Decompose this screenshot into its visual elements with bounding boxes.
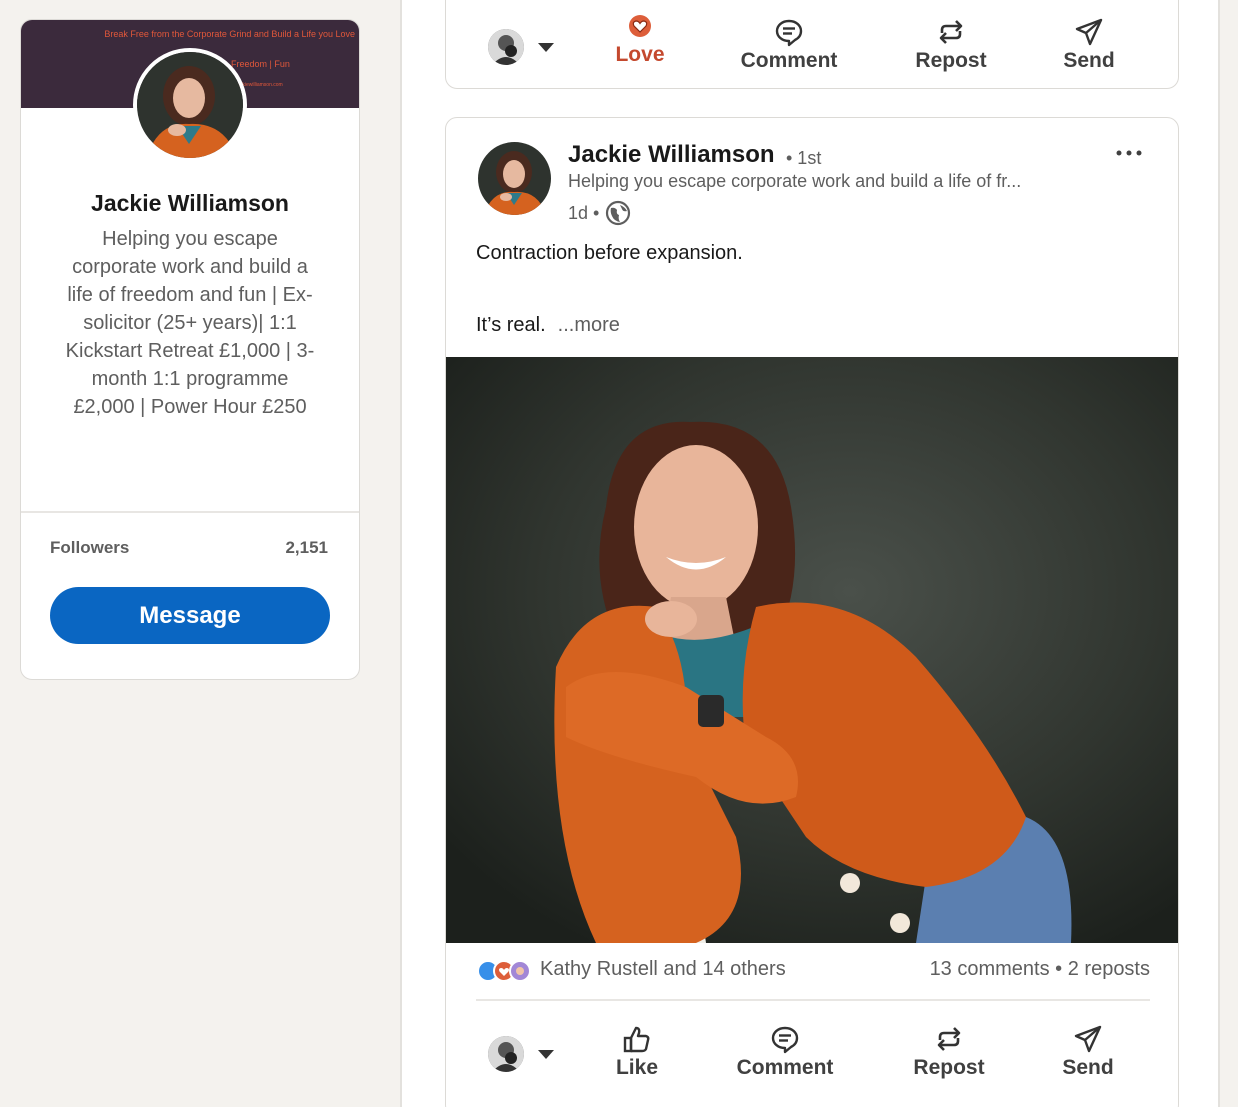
post-action-bar: Like Comment Repost Send: [446, 1014, 1178, 1094]
see-more-link[interactable]: ...more: [558, 314, 620, 336]
divider: [476, 999, 1150, 1001]
post-timestamp: 1d •: [568, 200, 631, 226]
comment-label: Comment: [736, 1056, 834, 1079]
followers-count: 2,151: [285, 538, 328, 557]
feed-column: Love Comment Repost Send Jackie Williams…: [400, 0, 1220, 1107]
love-icon: [629, 15, 651, 37]
caret-down-icon: [538, 1049, 554, 1059]
more-icon[interactable]: [1114, 146, 1144, 160]
like-button[interactable]: Like: [582, 1024, 692, 1080]
post-card: Jackie Williamson • 1st Helping you esca…: [445, 117, 1179, 1107]
banner-tagline: Break Free from the Corporate Grind and …: [104, 29, 355, 39]
author-avatar[interactable]: [478, 142, 551, 215]
post-text-line2: It’s real.: [476, 314, 546, 336]
comment-icon: [771, 1026, 799, 1054]
actor-picker[interactable]: [488, 1036, 554, 1072]
profile-card: Break Free from the Corporate Grind and …: [20, 19, 360, 680]
send-button[interactable]: Send: [1033, 1024, 1143, 1080]
love-button[interactable]: Love: [585, 11, 695, 67]
like-label: Like: [615, 1056, 659, 1079]
globe-icon: [606, 200, 631, 226]
send-icon: [1075, 18, 1103, 46]
profile-name[interactable]: Jackie Williamson: [21, 190, 359, 217]
post-time-text: 1d •: [568, 202, 600, 223]
repost-icon: [939, 20, 963, 44]
followers-label: Followers: [50, 538, 130, 557]
post-author-name[interactable]: Jackie Williamson: [568, 141, 775, 169]
repost-icon: [937, 1027, 961, 1051]
repost-label: Repost: [913, 1056, 985, 1079]
reactors-link[interactable]: Kathy Rustell and 14 others: [540, 958, 786, 981]
profile-headline: Helping you escape corporate work and bu…: [65, 228, 315, 418]
post-text-line: Contraction before expansion.: [476, 242, 743, 264]
banner-subtext: Freedom | Fun: [231, 59, 290, 69]
repost-button[interactable]: Repost: [896, 17, 1006, 73]
caret-down-icon: [538, 42, 554, 52]
comment-icon: [775, 19, 803, 47]
profile-avatar[interactable]: [133, 48, 247, 162]
post-author-headline: Helping you escape corporate work and bu…: [568, 171, 1022, 191]
connection-degree: • 1st: [786, 148, 822, 168]
like-icon: [623, 1026, 650, 1053]
social-counts: Kathy Rustell and 14 others 13 comments …: [476, 956, 1150, 986]
actor-avatar: [488, 29, 524, 65]
previous-post-card: Love Comment Repost Send: [445, 0, 1179, 89]
send-icon: [1074, 1025, 1102, 1053]
comments-reposts-count[interactable]: 13 comments • 2 reposts: [930, 958, 1150, 981]
actor-avatar: [488, 1036, 524, 1072]
repost-button[interactable]: Repost: [894, 1024, 1004, 1080]
previous-post-action-bar: Love Comment Repost Send: [446, 7, 1178, 87]
send-button[interactable]: Send: [1034, 17, 1144, 73]
divider: [21, 511, 359, 513]
comment-button[interactable]: Comment: [734, 17, 844, 73]
message-button[interactable]: Message: [50, 587, 330, 644]
repost-label: Repost: [915, 49, 987, 72]
love-label: Love: [615, 43, 665, 66]
send-label: Send: [1062, 1056, 1114, 1079]
send-label: Send: [1063, 49, 1115, 72]
post-text-line: It’s real. ...more: [476, 314, 620, 337]
actor-picker[interactable]: [488, 29, 554, 65]
comment-button[interactable]: Comment: [730, 1024, 840, 1080]
reaction-icons[interactable]: [476, 959, 532, 983]
comment-label: Comment: [740, 49, 838, 72]
post-image[interactable]: [446, 357, 1178, 943]
